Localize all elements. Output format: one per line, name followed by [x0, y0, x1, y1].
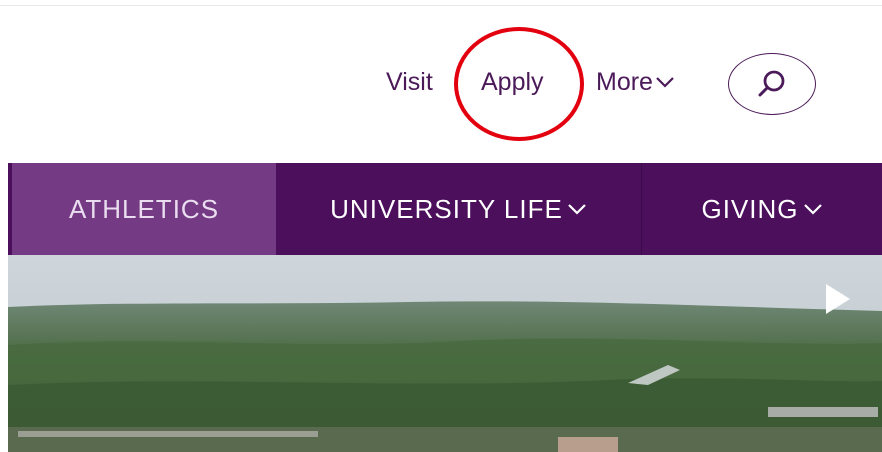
top-divider [0, 5, 882, 6]
more-label: More [596, 68, 653, 96]
nav-item-athletics-label: ATHLETICS [68, 193, 220, 224]
nav-item-athletics[interactable]: ATHLETICS [12, 163, 276, 255]
nav-item-giving[interactable]: GIVING [642, 163, 882, 255]
more-menu[interactable]: More [596, 64, 675, 100]
chevron-down-icon [568, 204, 586, 215]
chevron-down-icon [803, 204, 822, 215]
visit-link[interactable]: Visit [386, 64, 433, 100]
main-nav: ATHLETICS UNIVERSITY LIFE GIVING [8, 163, 882, 255]
aerial-landscape-image [8, 255, 882, 452]
chevron-down-icon [656, 77, 674, 88]
nav-item-university-life[interactable]: UNIVERSITY LIFE [276, 163, 642, 255]
search-icon [758, 70, 785, 97]
red-circle-annotation [454, 27, 584, 141]
search-button[interactable] [728, 53, 816, 115]
hero-video[interactable] [8, 255, 882, 452]
play-icon[interactable] [824, 282, 852, 316]
nav-item-university-life-label: UNIVERSITY LIFE [330, 193, 563, 224]
nav-item-giving-label: GIVING [701, 193, 799, 224]
